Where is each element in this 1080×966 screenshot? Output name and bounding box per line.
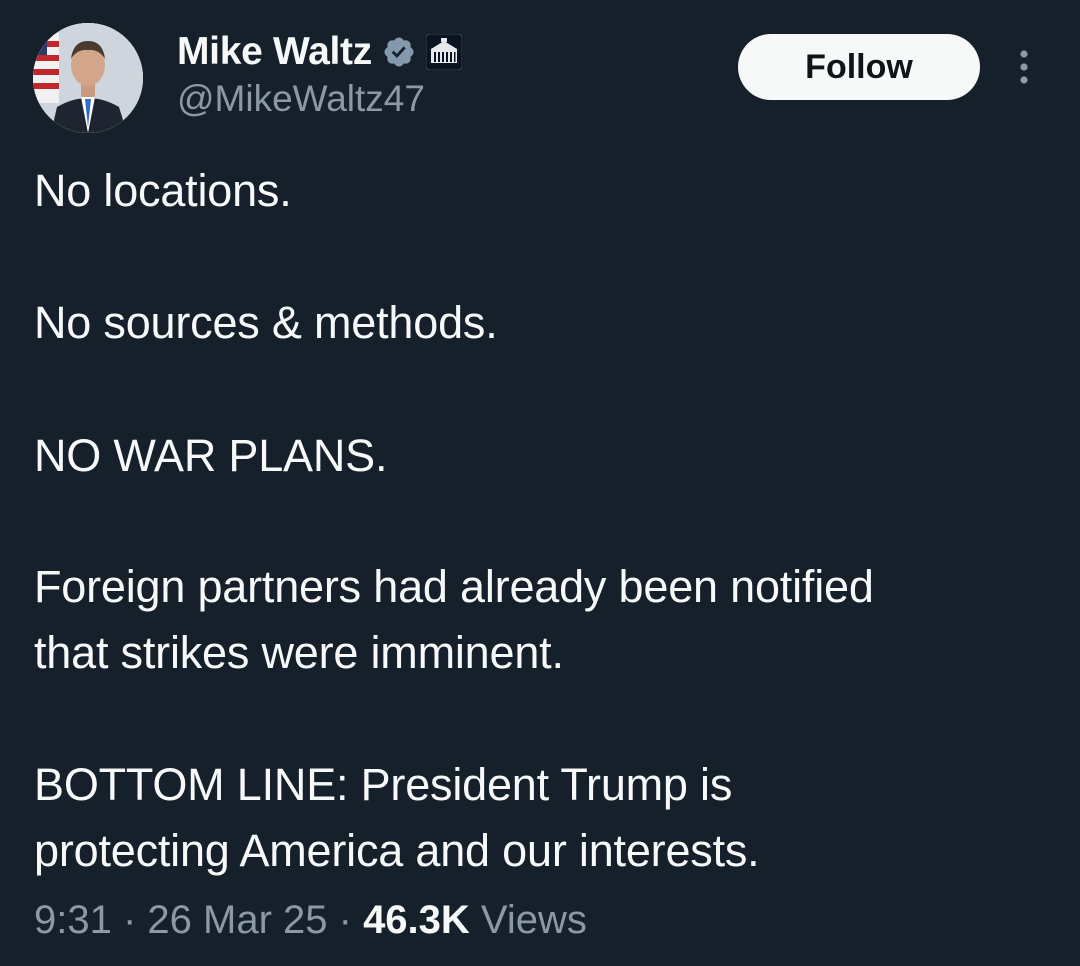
author-name-row: Mike Waltz xyxy=(177,28,463,76)
verified-badge-icon xyxy=(382,35,416,69)
views-count: 46.3K xyxy=(363,898,470,942)
tweet-paragraph-5: BOTTOM LINE: President Trump is protecti… xyxy=(34,759,760,876)
tweet-paragraph-3: NO WAR PLANS. xyxy=(34,430,388,481)
tweet-paragraph-1: No locations. xyxy=(34,165,292,216)
tweet-time[interactable]: 9:31 xyxy=(34,898,112,943)
author-display-name[interactable]: Mike Waltz xyxy=(177,30,372,74)
more-options-icon[interactable] xyxy=(1010,48,1038,88)
meta-separator: · xyxy=(327,898,364,942)
tweet-paragraph-4: Foreign partners had already been notifi… xyxy=(34,561,874,678)
views-label: Views xyxy=(469,898,587,942)
tweet-card: Mike Waltz @MikeWaltz47 Follow No locati… xyxy=(0,0,1080,966)
tweet-date[interactable]: 26 Mar 25 xyxy=(147,898,327,943)
follow-button[interactable]: Follow xyxy=(738,34,980,100)
author-handle[interactable]: @MikeWaltz47 xyxy=(177,78,425,120)
white-house-affiliate-icon[interactable] xyxy=(425,33,463,71)
tweet-meta: 9:31 · 26 Mar 25 · 46.3K Views xyxy=(34,898,587,943)
meta-separator: · xyxy=(111,898,148,942)
avatar[interactable] xyxy=(33,23,143,133)
avatar-image xyxy=(33,23,143,133)
tweet-paragraph-2: No sources & methods. xyxy=(34,297,498,348)
